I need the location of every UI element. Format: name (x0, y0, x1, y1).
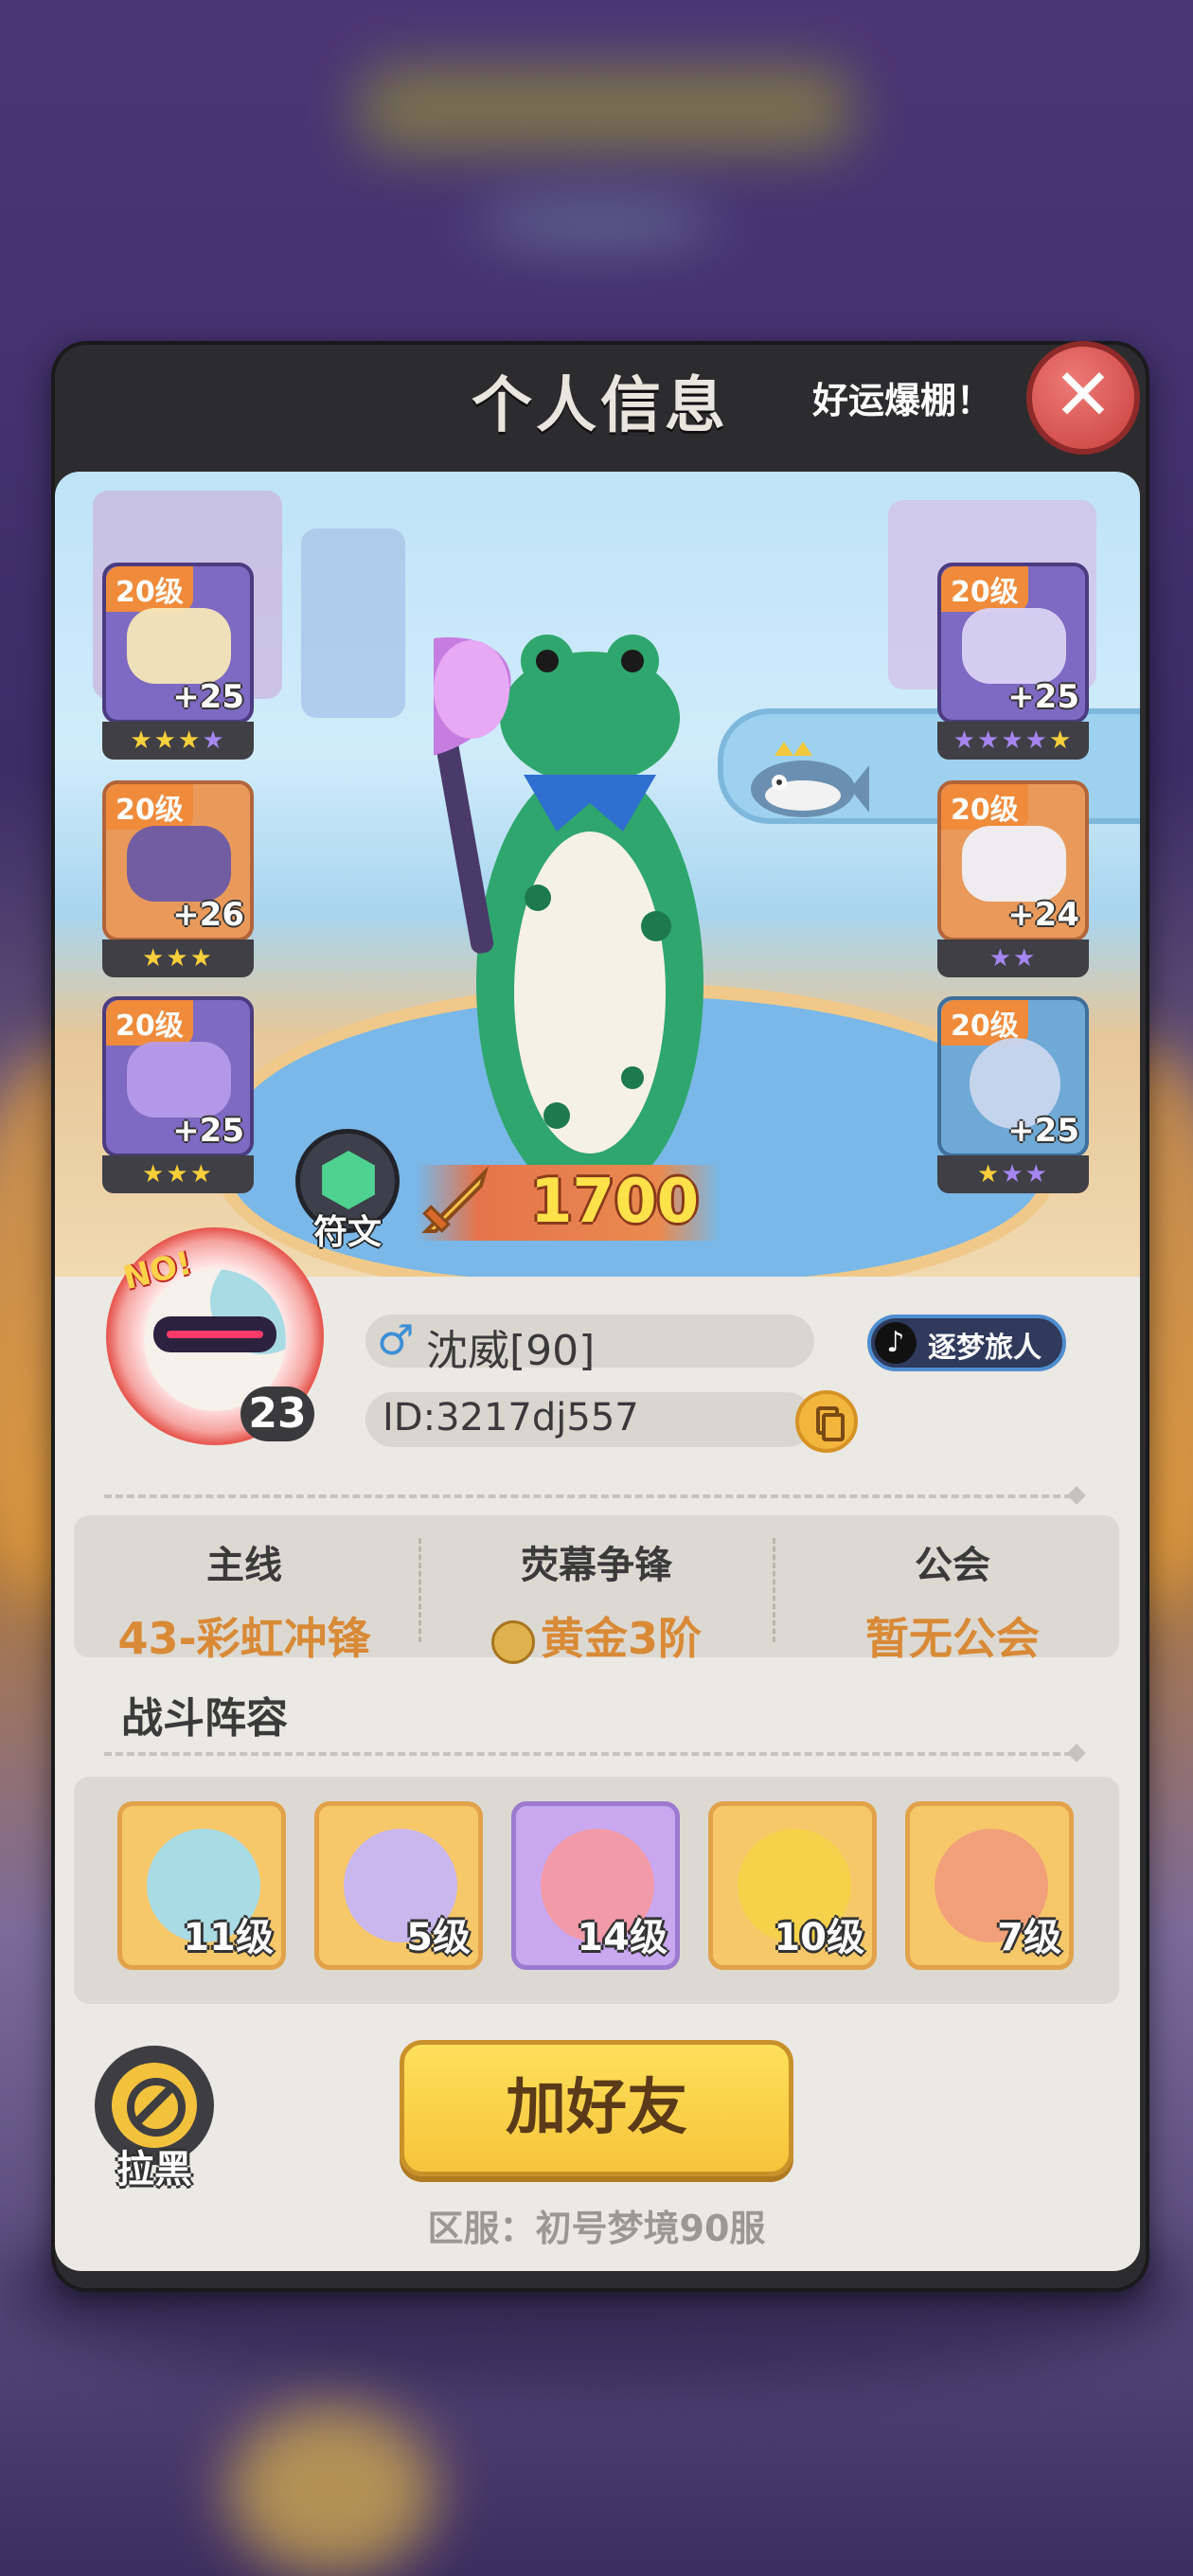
equipment-bonus: +25 (1007, 678, 1079, 716)
equipment-stars: ★★★ (102, 939, 254, 977)
equipment-level: 20级 (106, 784, 193, 830)
rank-medal-icon (490, 1619, 535, 1664)
stat-divider (773, 1538, 775, 1642)
equipment-level: 20级 (106, 1000, 193, 1046)
hero-level: 7级 (997, 1916, 1061, 1959)
equipment-stars: ★★ (937, 939, 1089, 977)
equipment-slot-left-2[interactable]: 20级 +26 ★★★ (102, 780, 254, 979)
shoe-icon (127, 1042, 231, 1118)
helmet-icon (127, 608, 231, 684)
pants-icon (962, 826, 1066, 902)
equipment-stars: ★★★★★ (937, 722, 1089, 760)
equipment-bonus: +24 (1007, 896, 1079, 934)
title-badge-label: 逐梦旅人 (928, 1332, 1042, 1365)
equipment-slot-right-2[interactable]: 20级 +24 ★★ (937, 780, 1089, 979)
frog-character (434, 635, 703, 1234)
lineup-hero-5[interactable]: 7级 (905, 1801, 1074, 1970)
lineup-hero-4[interactable]: 10级 (708, 1801, 877, 1970)
close-icon: ✕ (1053, 352, 1113, 437)
lineup-hero-2[interactable]: 5级 (314, 1801, 483, 1970)
stat-heading: 公会 (915, 1544, 990, 1587)
copy-id-button[interactable] (795, 1390, 858, 1453)
hero-level: 14级 (577, 1916, 668, 1959)
player-name: 沈威[90] (426, 1327, 596, 1375)
stat-guild: 公会 暂无公会 (782, 1534, 1123, 1667)
equipment-slot-left-3[interactable]: 20级 +25 ★★★ (102, 996, 254, 1195)
block-label: 拉黑 (116, 2148, 192, 2191)
equipment-bonus: +25 (172, 1112, 244, 1150)
player-level-badge: 23 (240, 1386, 314, 1441)
equipment-slot-right-3[interactable]: 20级 +25 ★★★ (937, 996, 1089, 1195)
stat-value: 暂无公会 (865, 1613, 1040, 1664)
server-info: 区服：初号梦境90服 (427, 2208, 766, 2249)
armor-icon (962, 608, 1066, 684)
player-id: ID:3217dj557 (383, 1396, 639, 1440)
title-badge[interactable]: ♪ 逐梦旅人 (867, 1315, 1066, 1371)
stat-heading: 主线 (206, 1544, 282, 1587)
lineup-hero-1[interactable]: 11级 (117, 1801, 286, 1970)
hexagon-gem-icon (322, 1151, 375, 1209)
equipment-stars: ★★★★ (102, 722, 254, 760)
lineup-hero-3[interactable]: 14级 (511, 1801, 680, 1970)
equipment-bonus: +25 (172, 678, 244, 716)
sword-icon (421, 1166, 490, 1233)
stat-divider (418, 1538, 421, 1642)
equipment-stars: ★★★ (937, 1155, 1089, 1193)
stat-arena: 荧幕争锋 黄金3阶 (426, 1534, 767, 1667)
male-gender-icon: ♂ (377, 1316, 415, 1365)
stat-main-line: 主线 43-彩虹冲锋 (74, 1534, 415, 1667)
equipment-bonus: +26 (172, 896, 244, 934)
close-button[interactable]: ✕ (1026, 341, 1140, 455)
equipment-level: 20级 (941, 566, 1028, 612)
equipment-level: 20级 (106, 566, 193, 612)
equipment-bonus: +25 (1007, 1112, 1079, 1150)
stat-value: 43-彩虹冲锋 (117, 1613, 371, 1664)
equipment-slot-left-1[interactable]: 20级 +25 ★★★★ (102, 563, 254, 761)
divider (104, 1752, 1083, 1756)
player-avatar[interactable]: NO! 23 (106, 1227, 324, 1455)
hero-level: 11级 (183, 1916, 274, 1959)
add-friend-button[interactable]: 加好友 (400, 2040, 793, 2176)
equipment-slot-right-1[interactable]: 20级 +25 ★★★★★ (937, 563, 1089, 761)
hero-level: 5级 (406, 1916, 471, 1959)
belt-icon (127, 826, 231, 902)
equipment-stars: ★★★ (102, 1155, 254, 1193)
hero-level: 10级 (774, 1916, 864, 1959)
stat-heading: 荧幕争锋 (521, 1544, 672, 1587)
fish-pet (751, 742, 869, 817)
tiktok-icon: ♪ (875, 1322, 917, 1364)
divider (104, 1494, 1083, 1498)
block-icon (112, 2063, 197, 2148)
lineup-title: 战斗阵容 (121, 1694, 288, 1743)
stat-value: 黄金3阶 (540, 1613, 702, 1664)
combat-power-value: 1700 (530, 1167, 700, 1237)
equipment-level: 20级 (941, 784, 1028, 830)
combat-power: 1700 (417, 1165, 720, 1241)
